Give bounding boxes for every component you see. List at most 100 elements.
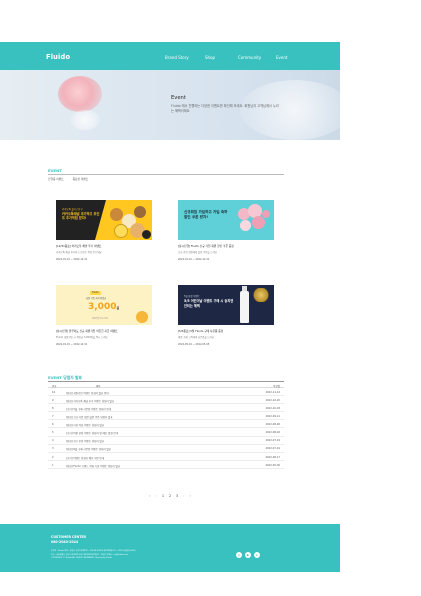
event-banner[interactable]: Fluido 회원 가입 축하 적립금 3,000원 회원가입 즉시 지급 — [56, 285, 152, 325]
event-card-title[interactable]: [상시진행] Fluido 신규 가입 회원 할인 쿠폰 증정 — [178, 244, 274, 248]
event-card[interactable]: Fluido 회원 가입 축하 적립금 3,000원 회원가입 즉시 지급 [상… — [56, 285, 152, 346]
row-title[interactable]: [공지] 이벤트 당첨자 배송 지연 안내 — [66, 456, 246, 460]
winners-table: 번호 제목 작성일 10 [당첨] 회원가입 이벤트 당첨자 발표 안내 2022-… — [48, 381, 284, 469]
banner-tag: Fluido — [90, 291, 101, 295]
banner-small-text: 회원 가입 축하 적립금 — [86, 297, 107, 300]
banner-small-text: 카카오톡 플러스친구 — [62, 208, 83, 211]
row-title[interactable]: [공지] 5월 구매 사은품 이벤트 당첨자 안내 — [66, 407, 246, 411]
table-row[interactable]: 10 [당첨] 회원가입 이벤트 당첨자 발표 안내 2022-11-14 — [48, 388, 284, 397]
banner-small-text: 5월 한정 이벤트 — [184, 295, 200, 298]
table-row[interactable]: 5 [공지] 여름 한정 이벤트 당첨자 및 배송 일정 안내 2022-08-02 — [48, 428, 284, 437]
first-page-button[interactable]: « — [149, 494, 151, 498]
row-date: 2022-10-03 — [265, 406, 280, 410]
event-card-title[interactable]: [5/5종료] 5월 Fluido 구매 사은품 증정 — [178, 329, 274, 333]
banner-amount-unit: 원 — [116, 306, 120, 310]
badge-icon — [142, 230, 151, 239]
nav-shop[interactable]: Shop — [205, 55, 215, 60]
row-title[interactable]: [공지] 여름 한정 이벤트 당첨자 및 배송 일정 안내 — [66, 431, 246, 435]
banner-main-text: 카카오톡채널 추가하고 포인트 추가적립 받자! — [62, 212, 100, 221]
row-title[interactable]: [당첨] 친구 추천 이벤트 당첨자 발표 — [66, 439, 246, 443]
table-row[interactable]: 2 [공지] 이벤트 당첨자 배송 지연 안내 2022-06-17 — [48, 453, 284, 461]
table-row[interactable]: 9 [당첨] 카카오톡 채널 추가 이벤트 당첨자 발표 2022-10-20 — [48, 396, 284, 405]
event-card[interactable]: 5월 한정 이벤트 5/5 어린이날 이벤트 구매 시 놓치면 안되는 혜택 [… — [178, 285, 274, 346]
product-bottle — [240, 291, 249, 323]
row-title[interactable]: [당첨] 신규 가입 회원 할인 쿠폰 당첨자 발표 — [66, 415, 246, 419]
event-card-desc: 신규 가입 회원에게 할인 쿠폰을 드려요 — [178, 251, 217, 254]
last-page-button[interactable]: » — [189, 494, 191, 498]
event-banner[interactable]: 5월 한정 이벤트 5/5 어린이날 이벤트 구매 시 놓치면 안되는 혜택 — [178, 285, 274, 325]
event-section-title: EVENT — [48, 168, 62, 173]
table-row[interactable]: 6 [당첨] 리뷰 작성 이벤트 당첨자 발표 2022-08-26 — [48, 420, 284, 429]
event-card-date: 2022-01-01 ~ 2022-12-31 — [56, 343, 88, 346]
event-banner[interactable]: 카카오톡 플러스친구 카카오톡채널 추가하고 포인트 추가적립 받자! — [56, 200, 152, 240]
nav-community[interactable]: Community — [238, 55, 261, 60]
copyright: COPYRIGHT (C) Fluido ALL RIGHTS RESERVED… — [51, 557, 112, 559]
row-date: 2022-10-20 — [265, 398, 280, 402]
hero-subtitle: Fluido 에서 진행하는 다양한 이벤트를 확인해 보세요. 회원님의 고객… — [171, 104, 279, 113]
page-1-button[interactable]: 1 — [162, 494, 164, 498]
blog-icon[interactable]: b — [254, 552, 260, 558]
row-date: 2022-08-26 — [265, 423, 280, 427]
row-date: 2022-05-30 — [265, 463, 280, 467]
event-tabs: 진행중 이벤트 종료된 이벤트 — [48, 177, 96, 181]
table-row[interactable]: 7 [당첨] 신규 가입 회원 할인 쿠폰 당첨자 발표 2022-09-11 — [48, 412, 284, 421]
instagram-icon[interactable]: ◎ — [236, 552, 242, 558]
tab-ongoing[interactable]: 진행중 이벤트 — [48, 177, 64, 181]
pagination: « ‹ 1 2 3 › » — [0, 494, 340, 498]
prev-page-button[interactable]: ‹ — [156, 494, 157, 498]
hero-banner — [0, 70, 340, 140]
row-number: 5 — [52, 431, 54, 435]
row-date: 2022-07-19 — [265, 439, 280, 443]
site-footer: CUSTOMER CENTER 080-2040-2044 상호명 : Flui… — [0, 524, 340, 572]
tab-ended[interactable]: 종료된 이벤트 — [73, 177, 89, 181]
bubble-decoration — [252, 216, 265, 229]
row-title[interactable]: [당첨] 카카오톡 채널 추가 이벤트 당첨자 발표 — [66, 399, 246, 403]
event-card-title[interactable]: [상시진행] 플루이도 신규 회원가입 적립금 지급 이벤트 — [56, 329, 152, 333]
table-row[interactable]: 3 [당첨] 6월 구매 사은품 이벤트 당첨자 발표 2022-07-01 — [48, 445, 284, 453]
row-number: 3 — [52, 447, 54, 451]
row-number: 9 — [52, 398, 54, 402]
row-number: 7 — [52, 415, 54, 419]
row-number: 4 — [52, 439, 54, 443]
table-row[interactable]: 1 [당첨] Fluido 브랜드 런칭 기념 이벤트 당첨자 발표 2022-05… — [48, 461, 284, 469]
bubble-decoration — [240, 220, 251, 231]
banner-main-text: 5/5 어린이날 이벤트 구매 시 놓치면 안되는 혜택 — [184, 299, 234, 308]
event-card-desc: 카카오톡 채널 추가하고 포인트 적립 받으세요 — [56, 251, 102, 254]
row-number: 6 — [52, 423, 54, 427]
company-info: 상호명 : Fluido 대표 : 홍길동 사업자등록번호 : 123-45-6… — [51, 550, 136, 552]
row-title[interactable]: [당첨] 회원가입 이벤트 당첨자 발표 안내 — [66, 391, 246, 395]
row-number: 2 — [52, 455, 54, 459]
character-illustration — [114, 224, 128, 238]
youtube-icon[interactable]: ▶ — [245, 552, 251, 558]
event-card-date: 2022-01-01 ~ 2022-12-31 — [56, 258, 88, 261]
table-row[interactable]: 8 [공지] 5월 구매 사은품 이벤트 당첨자 안내 2022-10-03 — [48, 404, 284, 413]
bubble-decoration — [262, 210, 270, 218]
row-title[interactable]: [당첨] 6월 구매 사은품 이벤트 당첨자 발표 — [66, 447, 246, 451]
row-date: 2022-08-02 — [265, 431, 280, 435]
character-illustration — [110, 208, 123, 221]
customer-center-label: CUSTOMER CENTER — [51, 535, 87, 539]
logo[interactable]: Fluido — [46, 53, 70, 61]
banner-note: 회원가입 즉시 지급 — [92, 318, 108, 320]
row-date: 2022-06-17 — [265, 455, 280, 459]
row-number: 1 — [52, 463, 54, 467]
row-number: 10 — [52, 390, 56, 394]
row-title[interactable]: [당첨] Fluido 브랜드 런칭 기념 이벤트 당첨자 발표 — [66, 464, 246, 468]
row-title[interactable]: [당첨] 리뷰 작성 이벤트 당첨자 발표 — [66, 423, 246, 427]
table-row[interactable]: 4 [당첨] 친구 추천 이벤트 당첨자 발표 2022-07-19 — [48, 437, 284, 445]
event-card-title[interactable]: [12/31종료] 카카오톡 채널 추가 이벤트 — [56, 244, 152, 248]
event-card[interactable]: 신규회원 가입하고 가입 축하 할인 쿠폰 받자! [상시진행] Fluido … — [178, 200, 274, 261]
next-page-button[interactable]: › — [183, 494, 184, 498]
nav-brand-story[interactable]: Brand Story — [165, 55, 189, 60]
row-date: 2022-07-01 — [265, 447, 280, 451]
event-banner[interactable]: 신규회원 가입하고 가입 축하 할인 쿠폰 받자! — [178, 200, 274, 240]
character-illustration — [136, 311, 148, 323]
page-2-button[interactable]: 2 — [169, 494, 171, 498]
banner-amount-value: 3,000 — [88, 302, 117, 312]
event-card[interactable]: 카카오톡 플러스친구 카카오톡채널 추가하고 포인트 추가적립 받자! [12/… — [56, 200, 152, 261]
row-number: 8 — [52, 406, 54, 410]
character-illustration — [134, 206, 146, 218]
page-3-button[interactable]: 3 — [176, 494, 178, 498]
nav-event[interactable]: Event — [276, 55, 287, 60]
banner-main-text: 신규회원 가입하고 가입 축하 할인 쿠폰 받자! — [184, 210, 228, 219]
